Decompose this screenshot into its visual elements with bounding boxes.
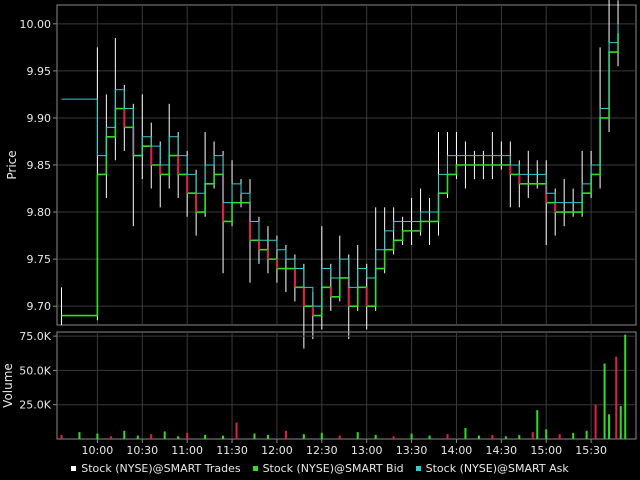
volume-bar [96,433,99,439]
volume-tick-label: 75.0K [19,330,51,343]
price-tick-label: 9.75 [27,253,52,266]
time-tick-label: 12:30 [306,444,338,457]
time-tick-label: 15:00 [530,444,562,457]
legend-ask-swatch [415,465,421,471]
volume-bar [619,406,622,439]
price-tick-label: 9.90 [27,112,52,125]
legend-ask[interactable]: Stock (NYSE)@SMART Ask [415,461,569,475]
price-tick-label: 9.85 [27,159,52,172]
time-tick-label: 15:30 [575,444,607,457]
volume-tick-label: 50.0K [19,364,51,377]
volume-bar [624,334,627,439]
volume-bar [603,363,606,439]
volume-bar [78,432,81,439]
volume-bar [60,434,63,439]
time-tick-label: 14:00 [441,444,473,457]
chart-legend: Stock (NYSE)@SMART Trades Stock (NYSE)@S… [0,459,640,477]
legend-ask-label: Stock (NYSE)@SMART Ask [425,461,569,475]
time-tick-label: 11:00 [171,444,203,457]
volume-bar [186,432,189,439]
volume-bar [204,434,207,439]
chart-window: 9.70 9.75 9.80 9.85 9.90 9.95 10.00 Price 25.0K… [0,0,640,480]
price-volume-chart[interactable]: 9.70 9.75 9.80 9.85 9.90 9.95 10.00 Price 25.0K… [0,0,640,458]
volume-bar [491,434,494,439]
time-tick-label: 12:00 [261,444,293,457]
volume-axis-title: Volume [1,363,15,408]
time-tick-label: 13:30 [396,444,428,457]
legend-bid[interactable]: Stock (NYSE)@SMART Bid [252,461,404,475]
volume-bar [338,435,341,439]
price-tick-label: 9.80 [27,206,52,219]
volume-bar [356,432,359,439]
volume-bar [222,435,225,439]
volume-bar [150,434,153,439]
volume-bar [428,435,431,439]
time-tick-label: 13:00 [351,444,383,457]
volume-bar [536,410,539,439]
volume-bar [302,434,305,439]
price-tick-label: 10.00 [20,18,52,31]
volume-tick-label: 25.0K [19,399,51,412]
volume-bar [545,429,548,439]
volume-bar [572,432,575,439]
volume-bar [504,436,507,439]
volume-bar [410,433,413,439]
volume-bar [464,428,467,439]
volume-bar [177,436,180,439]
volume-bar [615,356,618,439]
time-tick-label: 10:30 [126,444,158,457]
volume-bar [123,430,126,439]
volume-plot-frame [56,331,637,440]
volume-bar [109,436,112,439]
legend-trades[interactable]: Stock (NYSE)@SMART Trades [71,461,241,475]
time-tick-label: 10:00 [82,444,114,457]
volume-bar [136,435,139,439]
volume-bar [374,434,377,439]
time-tick-label: 11:30 [216,444,248,457]
volume-bar [253,433,256,439]
volume-bar [531,432,534,439]
legend-bid-swatch [252,465,258,471]
time-tick-label: 14:30 [485,444,517,457]
volume-bar [446,434,449,439]
volume-bar [163,431,166,439]
volume-bar [392,436,395,439]
volume-bar [585,430,588,439]
volume-bar [284,430,287,439]
legend-bid-label: Stock (NYSE)@SMART Bid [262,461,404,475]
legend-trades-label: Stock (NYSE)@SMART Trades [81,461,241,475]
price-tick-label: 9.70 [27,300,52,313]
legend-trades-swatch [71,465,77,471]
price-panel[interactable]: 9.70 9.75 9.80 9.85 9.90 9.95 10.00 Price [5,0,637,349]
volume-bar [558,434,561,439]
price-tick-label: 9.95 [27,65,52,78]
price-axis-title: Price [5,150,19,179]
volume-bar [594,404,597,439]
volume-bar [266,434,269,439]
volume-bar [477,435,480,439]
volume-bar [518,435,521,439]
volume-bar [608,414,611,439]
volume-bar [320,432,323,439]
volume-panel[interactable]: 25.0K 50.0K 75.0K Volume 10:00 10:30 11:00 11:3… [1,330,637,457]
volume-bar [235,422,238,439]
